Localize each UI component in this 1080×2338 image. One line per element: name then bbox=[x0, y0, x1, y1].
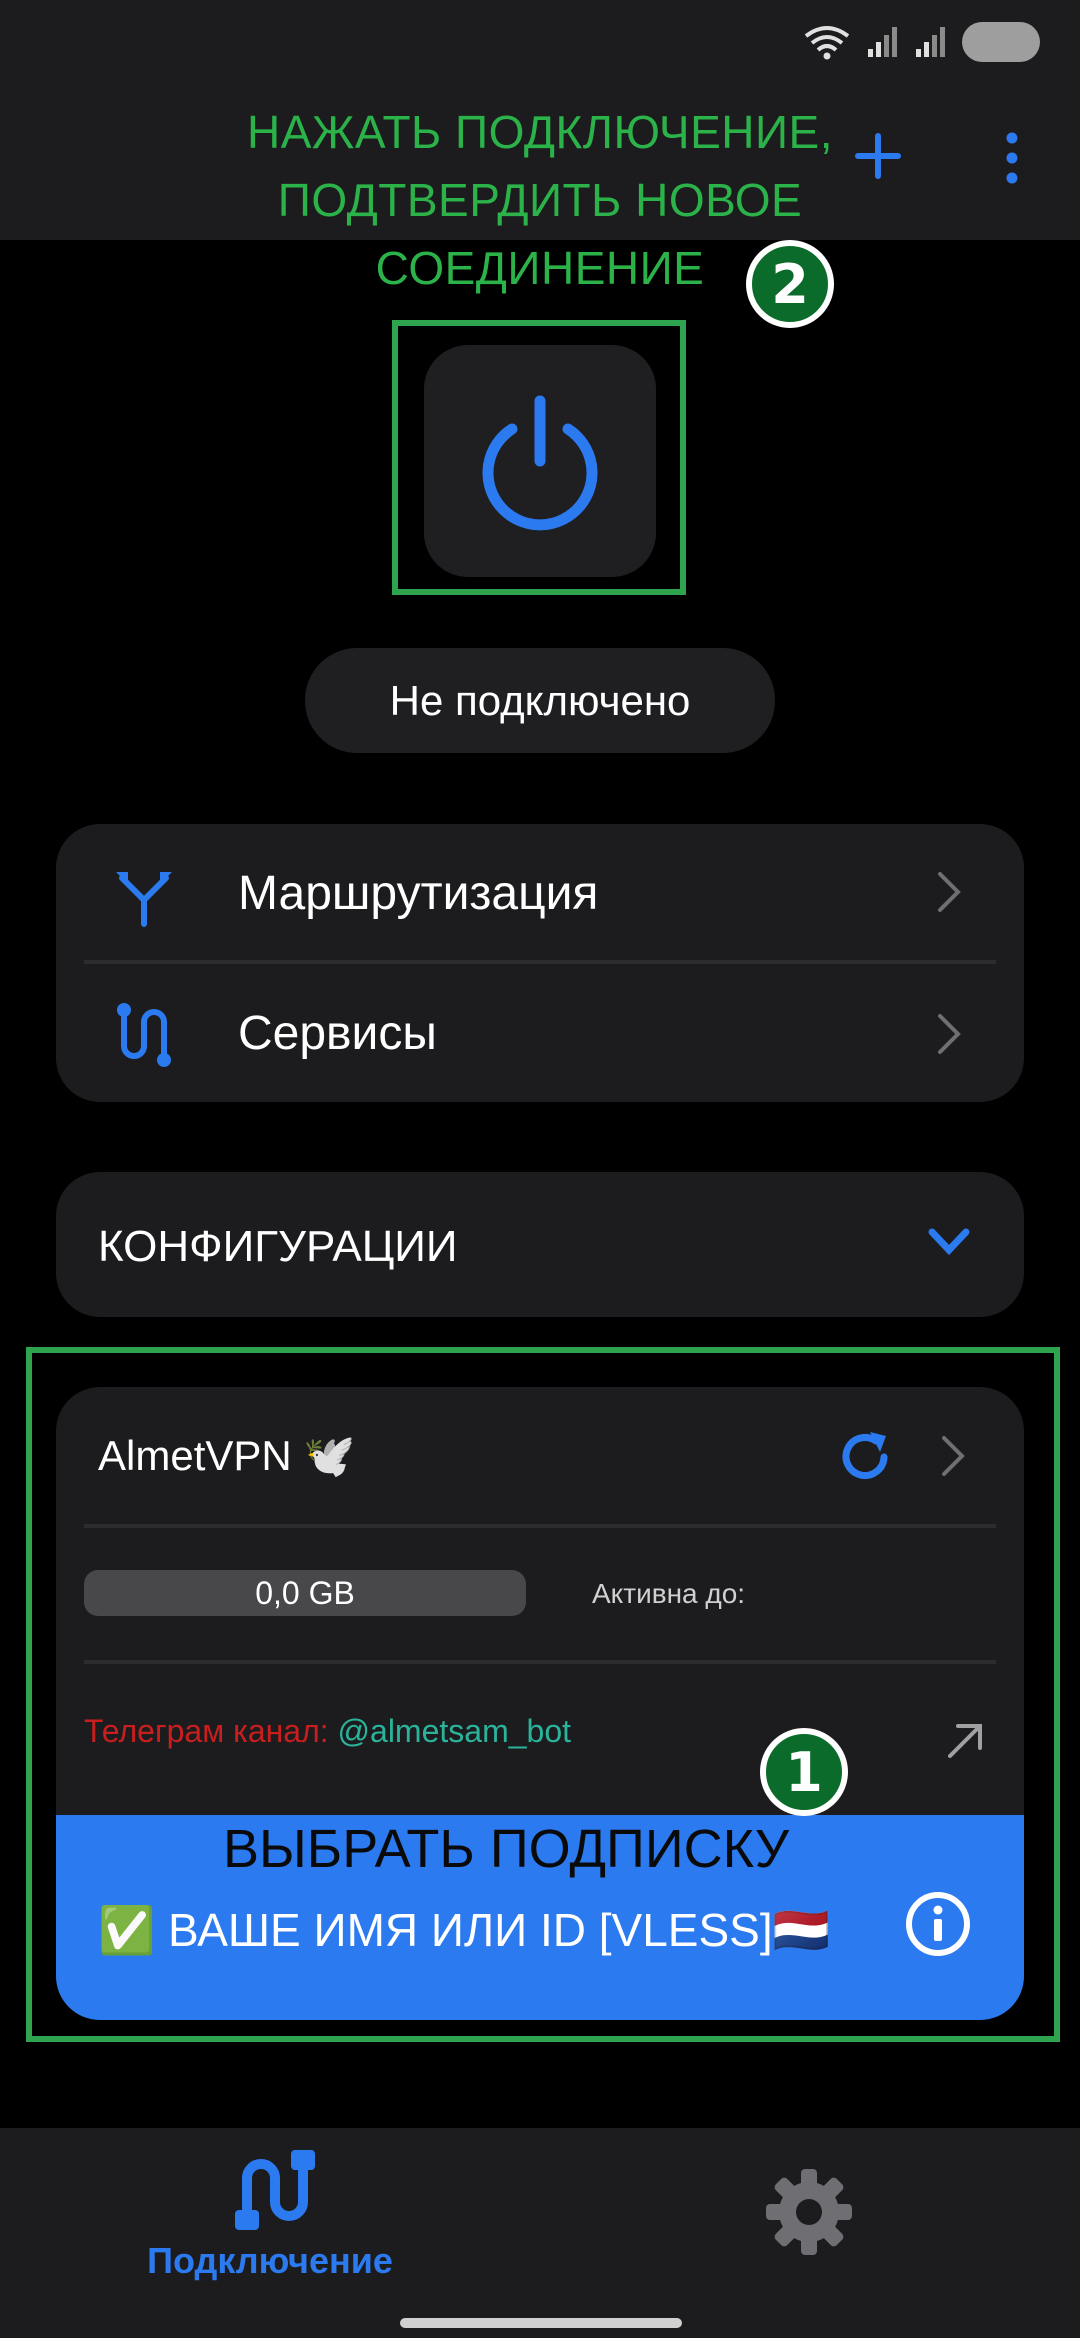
connection-icon bbox=[235, 2150, 315, 2230]
chevron-right-icon bbox=[938, 872, 961, 912]
menu-card: Маршрутизация Сервисы bbox=[56, 824, 1024, 1102]
configurations-header[interactable]: КОНФИГУРАЦИИ bbox=[56, 1172, 1024, 1317]
wifi-icon bbox=[804, 26, 850, 60]
cell-signal-icon bbox=[868, 27, 897, 57]
nav-item-connection[interactable]: Подключение bbox=[120, 2148, 420, 2298]
status-icons bbox=[802, 22, 1040, 62]
menu-item-services[interactable]: Сервисы bbox=[56, 964, 1024, 1102]
cell-signal-2-icon bbox=[916, 27, 945, 57]
routing-icon bbox=[116, 872, 172, 927]
chevron-down-icon bbox=[928, 1228, 970, 1256]
configurations-title: КОНФИГУРАЦИИ bbox=[98, 1222, 458, 1271]
status-bar bbox=[0, 0, 1080, 100]
more-options-button[interactable] bbox=[995, 128, 1029, 188]
battery-indicator bbox=[962, 22, 1040, 62]
connection-status: Не подключено bbox=[305, 648, 775, 753]
plus-icon bbox=[855, 133, 901, 179]
gear-icon bbox=[766, 2169, 852, 2255]
services-icon bbox=[117, 1003, 171, 1067]
step-2-badge: 2 bbox=[746, 240, 834, 328]
power-button[interactable] bbox=[424, 345, 656, 577]
menu-item-label: Маршрутизация bbox=[238, 867, 599, 920]
menu-item-routing[interactable]: Маршрутизация bbox=[56, 824, 1024, 960]
nav-item-settings[interactable] bbox=[762, 2165, 856, 2259]
menu-item-label: Сервисы bbox=[238, 1007, 437, 1060]
power-icon bbox=[482, 395, 598, 531]
add-button[interactable] bbox=[850, 128, 906, 184]
chevron-right-icon bbox=[938, 1014, 961, 1054]
more-vertical-icon bbox=[1006, 132, 1018, 184]
home-indicator bbox=[400, 2318, 682, 2328]
nav-item-label: Подключение bbox=[147, 2240, 393, 2281]
highlight-box-subscription bbox=[26, 1347, 1060, 2042]
